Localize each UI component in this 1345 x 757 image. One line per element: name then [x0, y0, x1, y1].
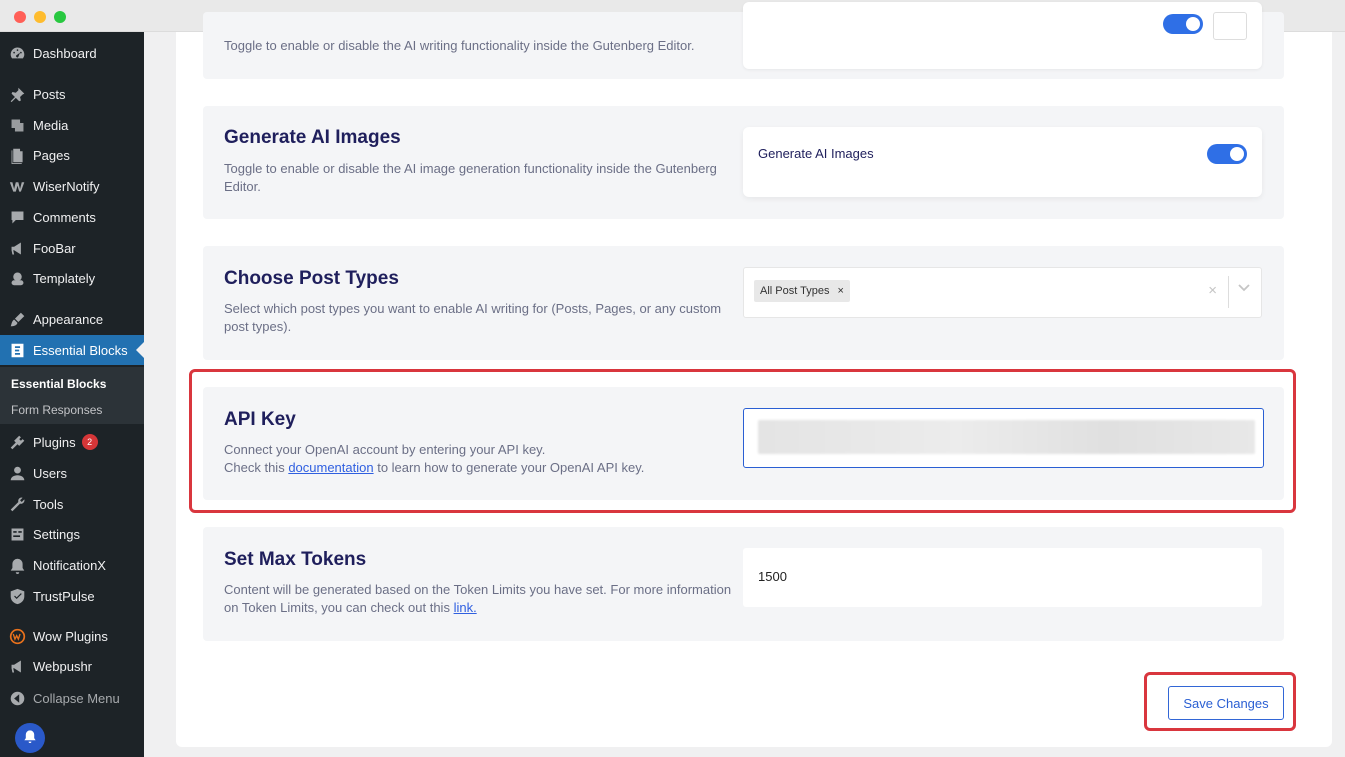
dashboard-icon [7, 43, 27, 63]
user-icon [7, 463, 27, 483]
plugin-icon [7, 432, 27, 452]
shield-check-icon [7, 586, 27, 606]
generate-ai-images-toggle[interactable] [1207, 144, 1247, 164]
sidebar-item-users[interactable]: Users [0, 458, 144, 488]
submenu-item-form-responses[interactable]: Form Responses [11, 403, 102, 417]
collapse-menu-button[interactable]: Collapse Menu [0, 683, 144, 713]
megaphone-icon [7, 238, 27, 258]
post-types-select[interactable]: All Post Types × × [743, 267, 1262, 318]
clear-selection-button[interactable]: × [1208, 282, 1217, 299]
generate-ai-images-description: Toggle to enable or disable the AI image… [224, 161, 717, 194]
admin-sidebar: Dashboard Posts Media Pages WiserNotify … [0, 32, 144, 757]
ai-writing-extra-control[interactable] [1213, 12, 1247, 40]
choose-post-types-title: Choose Post Types [224, 268, 399, 289]
sidebar-item-label: NotificationX [33, 557, 106, 573]
ai-writing-toggle[interactable] [1163, 14, 1203, 34]
max-tokens-value: 1500 [758, 569, 787, 584]
wow-icon [7, 626, 27, 646]
ai-writing-toggle-box [743, 2, 1262, 69]
close-window-button[interactable] [14, 11, 26, 23]
generate-ai-images-toggle-box: Generate AI Images [743, 127, 1262, 197]
sidebar-item-label: FooBar [33, 240, 76, 256]
max-tokens-card: Set Max Tokens Content will be generated… [203, 527, 1284, 641]
max-tokens-input[interactable]: 1500 [743, 548, 1262, 607]
chevron-down-icon[interactable] [1237, 280, 1251, 294]
sidebar-item-label: Comments [33, 209, 96, 225]
sidebar-item-wisernotify[interactable]: WiserNotify [0, 171, 144, 201]
plugins-update-badge: 2 [81, 434, 98, 450]
megaphone-icon [7, 656, 27, 676]
sidebar-item-media[interactable]: Media [0, 110, 144, 140]
settings-icon [7, 524, 27, 544]
sidebar-item-plugins[interactable]: Plugins 2 [0, 427, 144, 457]
select-separator [1228, 276, 1229, 308]
media-icon [7, 115, 27, 135]
sidebar-item-comments[interactable]: Comments [0, 202, 144, 232]
sidebar-item-label: Dashboard [33, 45, 97, 61]
sidebar-item-label: Plugins [33, 434, 76, 450]
sidebar-item-label: Users [33, 465, 67, 481]
pin-icon [7, 84, 27, 104]
sidebar-item-posts[interactable]: Posts [0, 79, 144, 109]
api-key-highlight-frame [189, 369, 1296, 513]
sidebar-item-label: Posts [33, 86, 66, 102]
submenu-item-essential-blocks[interactable]: Essential Blocks [11, 377, 106, 391]
post-type-tag-label: All Post Types [760, 285, 830, 297]
sidebar-item-pages[interactable]: Pages [0, 140, 144, 170]
sidebar-item-settings[interactable]: Settings [0, 519, 144, 549]
max-tokens-description: Content will be generated based on the T… [224, 581, 739, 617]
sidebar-item-trustpulse[interactable]: TrustPulse [0, 581, 144, 611]
max-tokens-title: Set Max Tokens [224, 549, 367, 570]
sidebar-item-templately[interactable]: Templately [0, 263, 144, 293]
bell-icon [23, 729, 37, 748]
sidebar-item-label: TrustPulse [33, 588, 95, 604]
minimize-window-button[interactable] [34, 11, 46, 23]
sidebar-item-label: Settings [33, 526, 80, 542]
post-type-tag: All Post Types × [754, 280, 850, 302]
sidebar-item-label: Collapse Menu [33, 690, 120, 706]
ai-writing-description: Toggle to enable or disable the AI writi… [224, 38, 695, 53]
sidebar-item-label: Appearance [33, 311, 104, 327]
ai-writing-card: Toggle to enable or disable the AI writi… [203, 2, 1284, 79]
sidebar-item-foobar[interactable]: FooBar [0, 233, 144, 263]
max-tokens-desc-text: Content will be generated based on the T… [224, 582, 732, 615]
remove-tag-button[interactable]: × [838, 285, 844, 297]
sidebar-item-webpushr[interactable]: Webpushr [0, 651, 144, 681]
choose-post-types-card: Choose Post Types Select which post type… [203, 246, 1284, 360]
sidebar-item-label: WiserNotify [33, 178, 100, 194]
sidebar-item-appearance[interactable]: Appearance [0, 304, 144, 334]
sidebar-item-label: Media [33, 117, 69, 133]
brush-icon [7, 309, 27, 329]
generate-ai-images-title: Generate AI Images [224, 127, 401, 148]
sidebar-item-label: Essential Blocks [33, 342, 128, 358]
wisernotify-icon [7, 176, 27, 196]
generate-ai-images-toggle-label: Generate AI Images [758, 146, 874, 161]
templately-icon [7, 268, 27, 288]
save-changes-button[interactable]: Save Changes [1168, 686, 1284, 720]
sidebar-item-label: Templately [33, 270, 96, 286]
essential-blocks-submenu: Essential Blocks Form Responses [0, 367, 144, 424]
maximize-window-button[interactable] [54, 11, 66, 23]
notification-bell-button[interactable] [15, 723, 45, 753]
sidebar-item-dashboard[interactable]: Dashboard [0, 38, 144, 68]
comment-icon [7, 207, 27, 227]
sidebar-item-label: Pages [33, 147, 70, 163]
essential-blocks-icon [7, 340, 27, 360]
sidebar-item-wow-plugins[interactable]: Wow Plugins [0, 621, 144, 651]
sidebar-item-tools[interactable]: Tools [0, 489, 144, 519]
token-limits-link[interactable]: link. [454, 600, 477, 615]
sidebar-item-essential-blocks[interactable]: Essential Blocks [0, 335, 144, 365]
sidebar-item-notificationx[interactable]: NotificationX [0, 550, 144, 580]
sidebar-item-label: Wow Plugins [33, 628, 108, 644]
sidebar-item-label: Tools [33, 496, 64, 512]
choose-post-types-description: Select which post types you want to enab… [224, 301, 722, 334]
pages-icon [7, 145, 27, 165]
wrench-icon [7, 494, 27, 514]
sidebar-item-label: Webpushr [33, 658, 93, 674]
generate-ai-images-card: Generate AI Images Toggle to enable or d… [203, 106, 1284, 219]
notificationx-icon [7, 555, 27, 575]
collapse-icon [7, 688, 27, 708]
